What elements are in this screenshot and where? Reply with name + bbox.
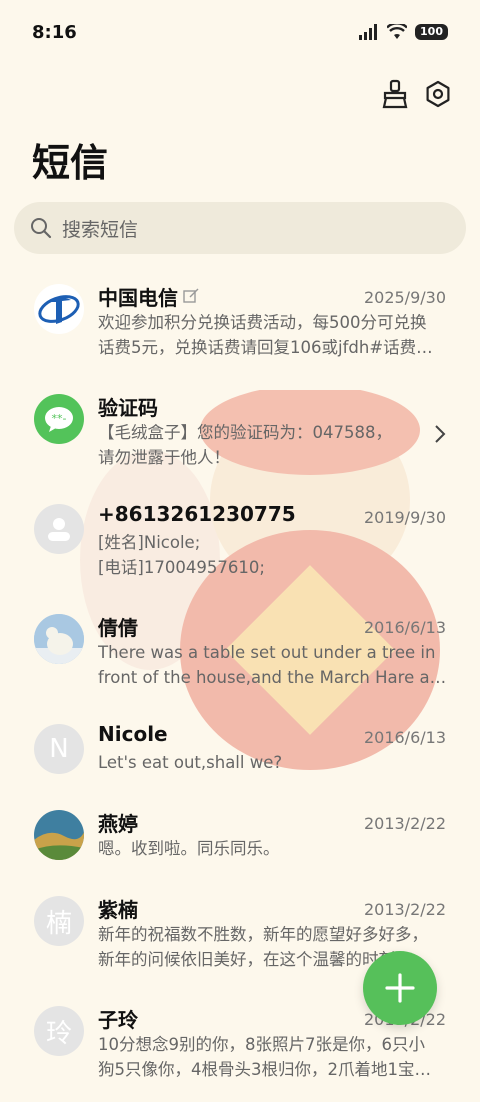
avatar: 玲 bbox=[34, 1006, 84, 1056]
message-bubble-icon: **- bbox=[45, 407, 73, 432]
contact-name: +8613261230775 bbox=[98, 502, 296, 526]
clean-button[interactable] bbox=[377, 76, 413, 112]
message-preview: 嗯。收到啦。同乐同乐。 bbox=[98, 836, 448, 861]
contact-name: 子玲 bbox=[98, 1008, 138, 1032]
plus-icon bbox=[385, 973, 415, 1003]
message-item[interactable]: **- 验证码 【毛绒盒子】您的验证码为：047588， 请勿泄露于他人！ bbox=[0, 380, 480, 490]
message-item[interactable]: 燕婷 2013/2/22 嗯。收到啦。同乐同乐。 bbox=[0, 796, 480, 882]
search-placeholder: 搜索短信 bbox=[62, 218, 139, 241]
contact-name: 燕婷 bbox=[98, 812, 138, 836]
preview-line: 请勿泄露于他人！ bbox=[98, 448, 230, 467]
message-date: 2013/2/22 bbox=[363, 900, 446, 919]
preview-line: front of the house,and the March Hare an… bbox=[98, 668, 448, 687]
signal-icon bbox=[359, 24, 378, 40]
message-preview: 10分想念9别的你，8张照片7张是你，6只小 狗5只像你，4根骨头3根归你，2爪… bbox=[98, 1032, 448, 1082]
message-preview: [姓名]Nicole; [电话]17004957610; bbox=[98, 530, 448, 580]
settings-button[interactable] bbox=[420, 76, 456, 112]
person-icon bbox=[48, 518, 70, 541]
message-item[interactable]: N Nicole 2016/6/13 Let's eat out,shall w… bbox=[0, 710, 480, 796]
preview-line: 狗5只像你，4根骨头3根归你，2爪着地1宝… bbox=[98, 1060, 431, 1079]
message-item[interactable]: 倩倩 2016/6/13 There was a table set out u… bbox=[0, 600, 480, 710]
new-message-button[interactable] bbox=[363, 951, 437, 1025]
chevron-right-icon bbox=[435, 425, 446, 443]
status-bar: 8:16 100 bbox=[0, 0, 480, 68]
preview-line: 嗯。收到啦。同乐同乐。 bbox=[98, 839, 280, 858]
preview-line: 话费5元，兑换话费请回复106或jfdh#话费… bbox=[98, 338, 433, 357]
avatar bbox=[34, 504, 84, 554]
message-date: 2016/6/13 bbox=[363, 618, 446, 637]
preview-line: 【毛绒盒子】您的验证码为：047588， bbox=[98, 423, 392, 442]
search-input[interactable]: 搜索短信 bbox=[14, 202, 466, 254]
preview-line: 新年的祝福数不胜数，新年的愿望好多好多， bbox=[98, 925, 428, 944]
brush-icon bbox=[382, 79, 408, 109]
message-preview: 【毛绒盒子】您的验证码为：047588， 请勿泄露于他人！ bbox=[98, 420, 448, 470]
contact-name: Nicole bbox=[98, 722, 168, 746]
preview-line: [电话]17004957610; bbox=[98, 558, 265, 577]
message-item[interactable]: 中国电信 2025/9/30 欢迎参加积分兑换话费活动，每500分可兑换 话费5… bbox=[0, 270, 480, 380]
preview-line: Let's eat out,shall we? bbox=[98, 753, 283, 772]
message-preview: Let's eat out,shall we? bbox=[98, 750, 448, 775]
wifi-icon bbox=[387, 24, 408, 39]
battery-indicator: 100 bbox=[415, 24, 448, 40]
contact-name: 中国电信 bbox=[98, 286, 178, 310]
page-title: 短信 bbox=[32, 141, 109, 185]
contact-name: 验证码 bbox=[98, 396, 158, 420]
svg-text:**-: **- bbox=[52, 412, 67, 425]
contact-name: 紫楠 bbox=[98, 898, 138, 922]
message-date: 2016/6/13 bbox=[363, 728, 446, 747]
preview-line: [姓名]Nicole; bbox=[98, 533, 201, 552]
contact-name: 倩倩 bbox=[98, 616, 138, 640]
message-preview: 欢迎参加积分兑换话费活动，每500分可兑换 话费5元，兑换话费请回复106或jf… bbox=[98, 310, 448, 360]
telecom-logo-icon bbox=[35, 285, 83, 333]
message-preview: There was a table set out under a tree i… bbox=[98, 640, 448, 690]
message-date: 2013/2/22 bbox=[363, 814, 446, 833]
landscape-photo-icon bbox=[34, 810, 84, 860]
avatar: N bbox=[34, 724, 84, 774]
avatar: 楠 bbox=[34, 896, 84, 946]
avatar bbox=[34, 284, 84, 334]
preview-line: There was a table set out under a tree i… bbox=[98, 643, 436, 662]
avatar bbox=[34, 614, 84, 664]
message-date: 2019/9/30 bbox=[363, 508, 446, 527]
message-item[interactable]: +8613261230775 2019/9/30 [姓名]Nicole; [电话… bbox=[0, 490, 480, 600]
polar-bear-icon bbox=[34, 614, 84, 664]
preview-line: 10分想念9别的你，8张照片7张是你，6只小 bbox=[98, 1035, 425, 1054]
preview-line: 欢迎参加积分兑换话费活动，每500分可兑换 bbox=[98, 313, 427, 332]
avatar: **- bbox=[34, 394, 84, 444]
search-icon bbox=[31, 218, 52, 239]
edit-icon bbox=[183, 288, 199, 303]
settings-icon bbox=[426, 80, 450, 108]
status-icons: 100 bbox=[359, 24, 448, 40]
avatar bbox=[34, 810, 84, 860]
message-date: 2025/9/30 bbox=[363, 288, 446, 307]
status-time: 8:16 bbox=[32, 22, 77, 43]
